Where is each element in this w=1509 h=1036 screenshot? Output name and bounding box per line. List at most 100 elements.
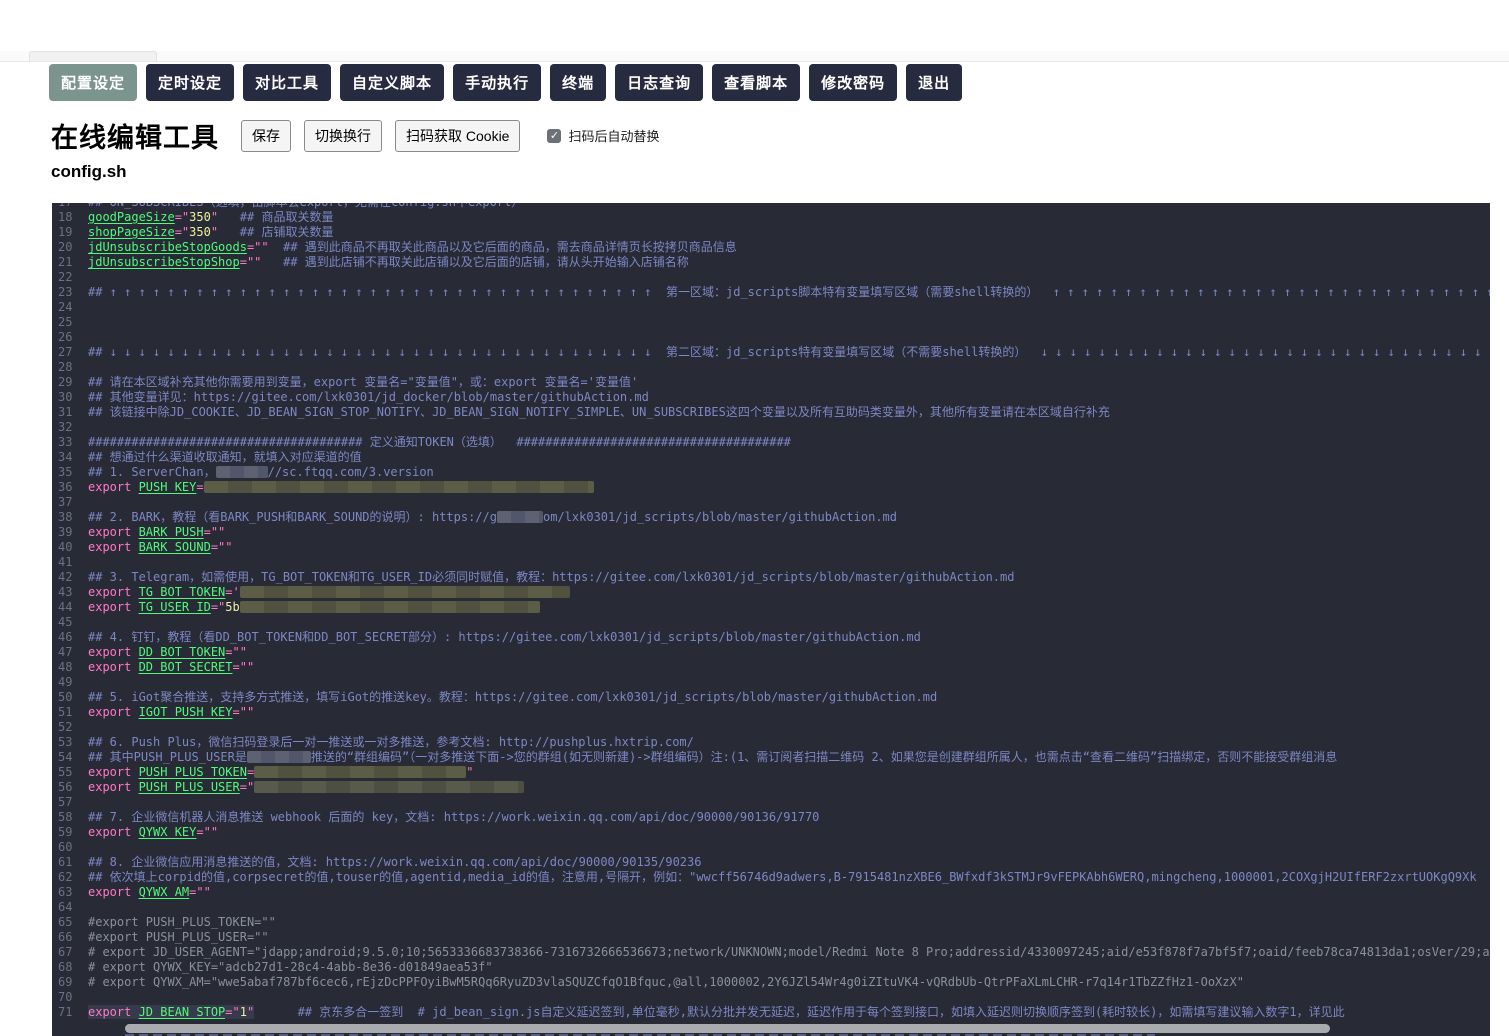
code-line: 25 bbox=[52, 315, 1490, 330]
code-line: 37 bbox=[52, 495, 1490, 510]
line-number: 38 bbox=[58, 510, 73, 524]
code-token: ## 店铺取关数量 bbox=[239, 225, 334, 239]
code-line: 29 ## 请在本区域补充其他你需要用到变量，export 变量名="变量值"，或… bbox=[52, 375, 1490, 390]
code-line: 36 export PUSH_KEY= bbox=[52, 480, 1490, 495]
code-token: export bbox=[88, 525, 139, 539]
line-number: 64 bbox=[58, 900, 73, 914]
code-token: #export PUSH_PLUS_TOKEN="" bbox=[88, 915, 276, 929]
nav-button-退出[interactable]: 退出 bbox=[906, 64, 963, 101]
code-token: ="" bbox=[232, 660, 255, 674]
line-number: 21 bbox=[58, 255, 73, 269]
code-line: 19 shopPageSize="350" ## 店铺取关数量 bbox=[52, 225, 1490, 240]
toolbar-button-切换换行[interactable]: 切换换行 bbox=[304, 119, 382, 152]
code-token: ↑ ↑ ↑ ↑ ↑ ↑ ↑ ↑ ↑ ↑ ↑ ↑ ↑ ↑ ↑ ↑ ↑ ↑ ↑ ↑ … bbox=[1052, 285, 1490, 299]
code-line: 51 export IGOT_PUSH_KEY="" bbox=[52, 705, 1490, 720]
nav-button-日志查询[interactable]: 日志查询 bbox=[615, 64, 704, 101]
code-line: 34 ## 想通过什么渠道收取通知，就填入对应渠道的值 bbox=[52, 450, 1490, 465]
code-token: ## 4. 钉钉，教程（看DD_BOT_TOKEN和DD_BOT_SECRET部… bbox=[88, 630, 921, 644]
redacted-value bbox=[239, 586, 570, 598]
code-token: 350 bbox=[189, 225, 211, 239]
code-line: 47 export DD_BOT_TOKEN="" bbox=[52, 645, 1490, 660]
code-token: ## 1. ServerChan， bbox=[88, 465, 216, 479]
line-number: 68 bbox=[58, 960, 73, 974]
code-token: //sc.ftqq.com/3.version bbox=[267, 465, 434, 479]
line-number: 59 bbox=[58, 825, 73, 839]
code-token: TG_USER_ID bbox=[138, 600, 211, 614]
code-line: 46 ## 4. 钉钉，教程（看DD_BOT_TOKEN和DD_BOT_SECRE… bbox=[52, 630, 1490, 645]
code-editor[interactable]: 17 ## UN_SUBSCRIBES（选填，由脚本会export，无需在conf… bbox=[52, 203, 1490, 1036]
toolbar-button-扫码获取 Cookie[interactable]: 扫码获取 Cookie bbox=[395, 119, 521, 152]
code-token: = bbox=[246, 765, 255, 779]
redacted-value bbox=[497, 511, 543, 523]
redacted-value bbox=[246, 751, 311, 763]
line-number: 41 bbox=[58, 555, 73, 569]
code-line: 23 ## ↑ ↑ ↑ ↑ ↑ ↑ ↑ ↑ ↑ ↑ ↑ ↑ ↑ ↑ ↑ ↑ ↑ ↑… bbox=[52, 285, 1490, 300]
line-number: 46 bbox=[58, 630, 73, 644]
code-line: 32 bbox=[52, 420, 1490, 435]
code-token: # export QYWX_AM="wwe5abaf787bf6cec6,rEj… bbox=[88, 975, 1244, 989]
code-token: shopPageSize bbox=[88, 225, 175, 239]
code-token: ↓ ↓ ↓ ↓ ↓ ↓ ↓ ↓ ↓ ↓ ↓ ↓ ↓ ↓ ↓ ↓ ↓ ↓ ↓ ↓ … bbox=[109, 345, 659, 359]
horizontal-scrollbar-thumb[interactable] bbox=[125, 1024, 1330, 1033]
code-token: 5b bbox=[225, 600, 240, 614]
nav-button-定时设定[interactable]: 定时设定 bbox=[146, 64, 235, 101]
nav-button-自定义脚本[interactable]: 自定义脚本 bbox=[340, 64, 445, 101]
nav-button-修改密码[interactable]: 修改密码 bbox=[809, 64, 898, 101]
line-number: 60 bbox=[58, 840, 73, 854]
nav-button-查看脚本[interactable]: 查看脚本 bbox=[712, 64, 801, 101]
line-number: 47 bbox=[58, 645, 73, 659]
code-token: ## 想通过什么渠道收取通知，就填入对应渠道的值 bbox=[88, 450, 362, 464]
code-token: PUSH_PLUS_TOKEN bbox=[138, 765, 247, 779]
code-token: #export PUSH_PLUS_USER="" bbox=[88, 930, 269, 944]
nav-button-终端[interactable]: 终端 bbox=[550, 64, 607, 101]
code-line: 38 ## 2. BARK，教程（看BARK_PUSH和BARK_SOUND的说明… bbox=[52, 510, 1490, 525]
line-number: 33 bbox=[58, 435, 73, 449]
line-number: 30 bbox=[58, 390, 73, 404]
line-number: 29 bbox=[58, 375, 73, 389]
code-token: ="" bbox=[239, 255, 262, 269]
code-line: 71 export JD_BEAN_STOP="1" ## 京东多合一签到 # j… bbox=[52, 1005, 1490, 1020]
code-token: ## 遇到此店铺不再取关此店铺以及它后面的店铺，请从头开始输入店铺名称 bbox=[283, 255, 689, 269]
line-number: 23 bbox=[58, 285, 73, 299]
code-token: export bbox=[88, 480, 139, 494]
code-token: ## 7. 企业微信机器人消息推送 webhook 后面的 key，文档: ht… bbox=[88, 810, 820, 824]
code-token: jdUnsubscribeStopShop bbox=[88, 255, 240, 269]
code-token: ="" bbox=[196, 825, 219, 839]
code-token: DD_BOT_SECRET bbox=[138, 660, 233, 674]
redacted-value bbox=[254, 781, 525, 793]
code-token: BARK_SOUND bbox=[138, 540, 211, 554]
code-lines: 17 ## UN_SUBSCRIBES（选填，由脚本会export，无需在conf… bbox=[52, 203, 1490, 1020]
nav-button-对比工具[interactable]: 对比工具 bbox=[243, 64, 332, 101]
code-token: ###################################### bbox=[516, 435, 791, 449]
code-line: 44 export TG_USER_ID="5b bbox=[52, 600, 1490, 615]
code-token: = bbox=[196, 480, 204, 494]
code-token: DD_BOT_TOKEN bbox=[138, 645, 226, 659]
line-number: 62 bbox=[58, 870, 73, 884]
line-number: 65 bbox=[58, 915, 73, 929]
code-token: ## 其他变量详见：https://gitee.com/lxk0301/jd_d… bbox=[88, 390, 649, 404]
code-line: 59 export QYWX_KEY="" bbox=[52, 825, 1490, 840]
toolbar-button-保存[interactable]: 保存 bbox=[241, 119, 291, 152]
code-line: 24 bbox=[52, 300, 1490, 315]
line-number: 69 bbox=[58, 975, 73, 989]
auto-replace-checkbox[interactable]: ✓ bbox=[547, 128, 562, 143]
code-line: 70 bbox=[52, 990, 1490, 1005]
nav-button-手动执行[interactable]: 手动执行 bbox=[453, 64, 542, 101]
line-number: 27 bbox=[58, 345, 73, 359]
nav-button-配置设定[interactable]: 配置设定 bbox=[49, 64, 138, 101]
code-token: ## 其中PUSH_PLUS_USER是 bbox=[88, 750, 247, 764]
line-number: 70 bbox=[58, 990, 73, 1004]
line-number: 44 bbox=[58, 600, 73, 614]
code-token: ## bbox=[88, 285, 110, 299]
code-token: =' bbox=[225, 585, 240, 599]
code-token: " bbox=[210, 210, 219, 224]
line-number: 45 bbox=[58, 615, 73, 629]
code-token: =" bbox=[239, 780, 255, 794]
code-token: =" bbox=[210, 600, 226, 614]
code-line: 17 ## UN_SUBSCRIBES（选填，由脚本会export，无需在conf… bbox=[52, 203, 1490, 210]
code-token: goodPageSize bbox=[88, 210, 175, 224]
code-token: ## bbox=[88, 345, 110, 359]
